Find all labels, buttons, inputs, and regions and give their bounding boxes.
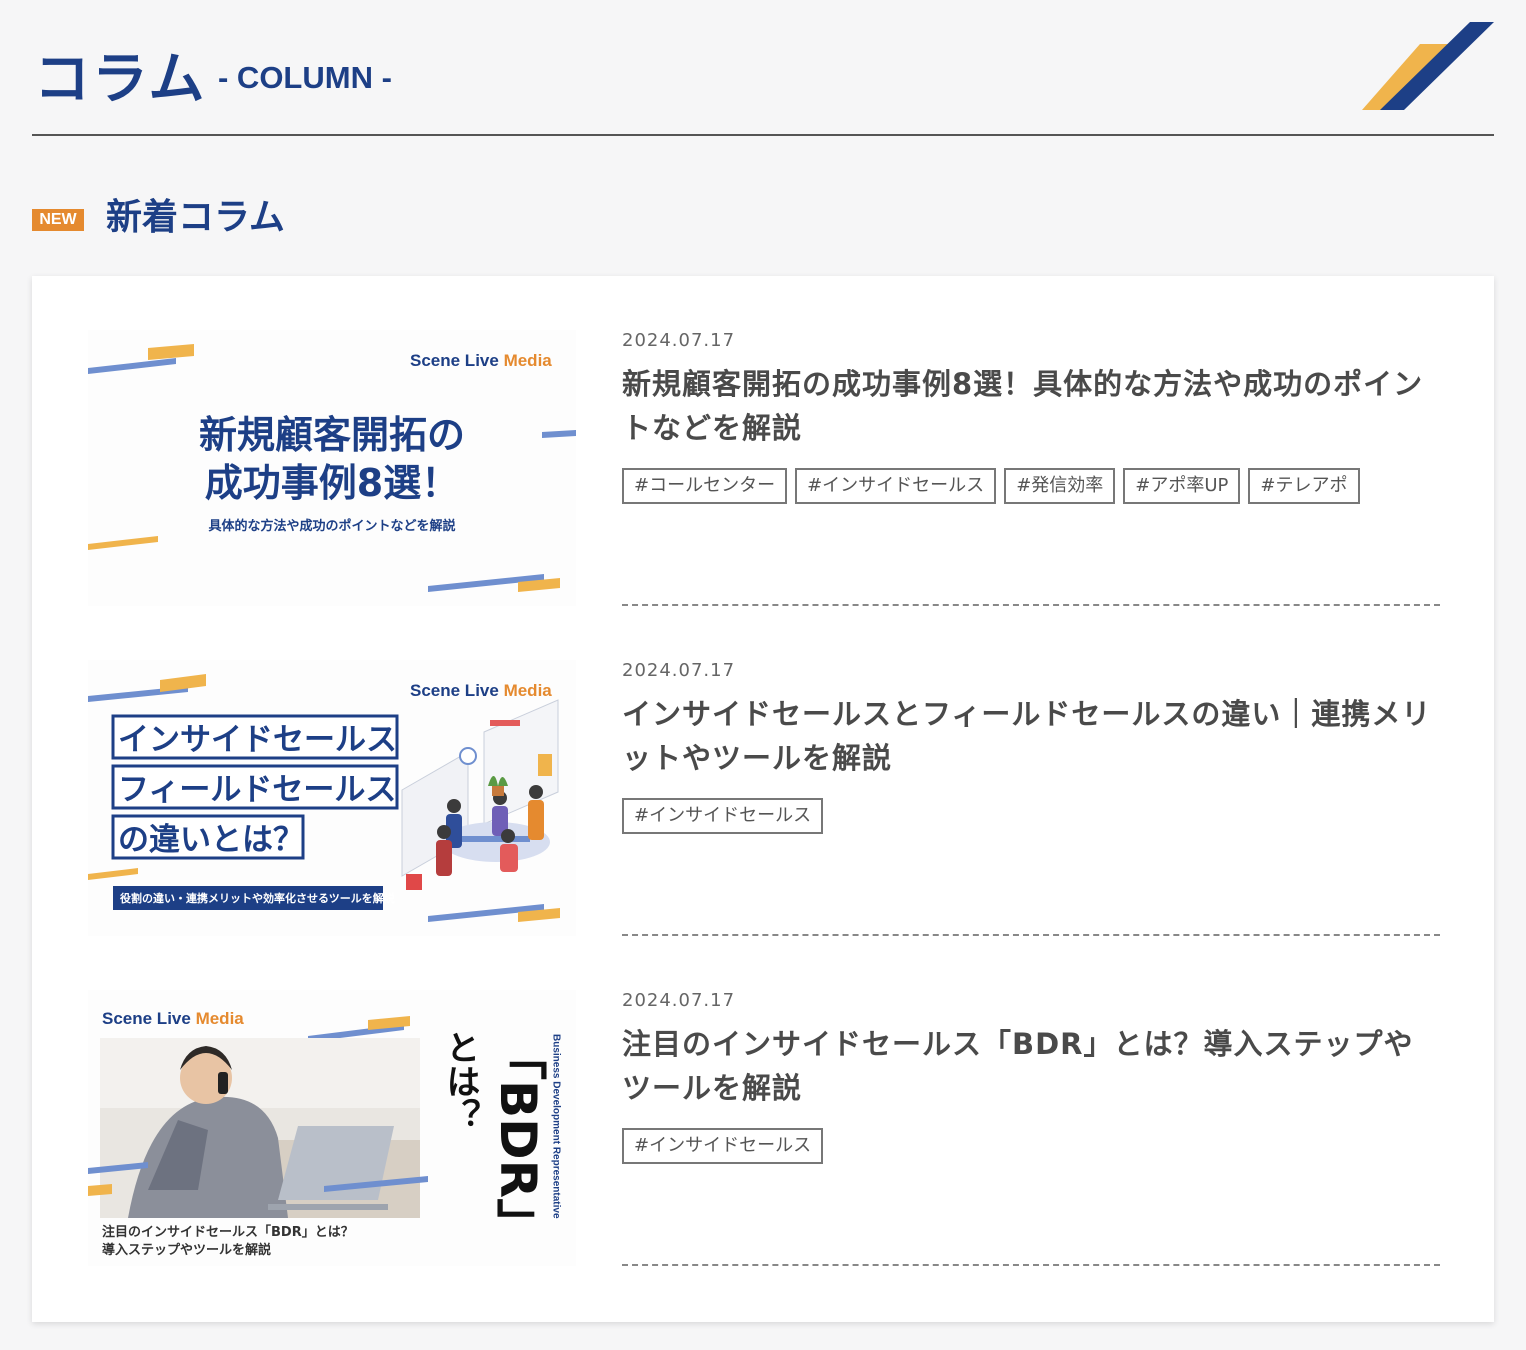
article-meta: 2024.07.17 新規顧客開拓の成功事例8選！具体的な方法や成功のポイントな…: [622, 330, 1440, 504]
thumbnail-graphic: Scene Live Media インサイドセールス フィールドセールス の違い…: [88, 660, 576, 936]
thumbnail-graphic: Scene Live Media 注目のインサイドセールス「BDR」とは？ 導入…: [88, 990, 576, 1266]
article-meta: 2024.07.17 インサイドセールスとフィールドセールスの違い｜連携メリット…: [622, 660, 1440, 834]
article-card[interactable]: Scene Live Media インサイドセールス フィールドセールス の違い…: [32, 606, 1494, 936]
article-title-link[interactable]: 新規顧客開拓の成功事例8選！具体的な方法や成功のポイントなどを解説: [622, 362, 1440, 450]
thumb-brand: Scene Live Media: [410, 681, 552, 700]
page-subtitle: - COLUMN -: [218, 60, 392, 95]
thumb-brand: Scene Live Media: [102, 1009, 244, 1028]
article-thumbnail[interactable]: Scene Live Media インサイドセールス フィールドセールス の違い…: [88, 660, 576, 936]
tag-link[interactable]: #インサイドセールス: [795, 468, 997, 504]
article-meta: 2024.07.17 注目のインサイドセールス「BDR」とは？導入ステップやツー…: [622, 990, 1440, 1164]
thumb-box-2: フィールドセールス: [118, 772, 396, 808]
tag-list: #インサイドセールス: [622, 798, 1440, 834]
section-title: 新着コラム: [106, 197, 285, 238]
article-thumbnail[interactable]: Scene Live Media 注目のインサイドセールス「BDR」とは？ 導入…: [88, 990, 576, 1266]
article-title-link[interactable]: インサイドセールスとフィールドセールスの違い｜連携メリットやツールを解説: [622, 692, 1440, 780]
businessman-photo-icon: [100, 1038, 420, 1218]
tag-list: #インサイドセールス: [622, 1128, 1440, 1164]
article-card[interactable]: Scene Live Media 新規顧客開拓の 成功事例8選！ 具体的な方法や…: [32, 276, 1494, 606]
thumb-vertical-small: とは？: [440, 1030, 480, 1132]
article-card[interactable]: Scene Live Media 注目のインサイドセールス「BDR」とは？ 導入…: [32, 936, 1494, 1266]
thumb-box-3: の違いとは？: [118, 822, 304, 858]
thumb-caption: 具体的な方法や成功のポイントなどを解説: [208, 518, 455, 534]
tag-link[interactable]: #コールセンター: [622, 468, 788, 504]
tag-link[interactable]: #インサイドセールス: [622, 798, 824, 834]
article-date: 2024.07.17: [622, 330, 736, 351]
tag-link[interactable]: #テレアポ: [1248, 468, 1360, 504]
tag-link[interactable]: #インサイドセールス: [622, 1128, 824, 1164]
thumb-box-1: インサイドセールス: [118, 722, 397, 758]
thumb-caption-2: 導入ステップやツールを解説: [102, 1242, 271, 1258]
page-title: コラム: [34, 47, 207, 112]
thumb-vertical-en: Business Development Representative: [551, 1034, 562, 1219]
tag-link[interactable]: #アポ率UP: [1123, 468, 1241, 504]
article-thumbnail[interactable]: Scene Live Media 新規顧客開拓の 成功事例8選！ 具体的な方法や…: [88, 330, 576, 606]
tag-link[interactable]: #発信効率: [1004, 468, 1116, 504]
page-header: コラム - COLUMN -: [32, 0, 1494, 136]
column-list: Scene Live Media 新規顧客開拓の 成功事例8選！ 具体的な方法や…: [32, 276, 1494, 1322]
stripe-decoration-icon: [1362, 22, 1494, 110]
thumb-caption-1: 注目のインサイドセールス「BDR」とは？: [102, 1224, 354, 1240]
tag-list: #コールセンター #インサイドセールス #発信効率 #アポ率UP #テレアポ: [622, 468, 1440, 504]
article-title-link[interactable]: 注目のインサイドセールス「BDR」とは？導入ステップやツールを解説: [622, 1022, 1440, 1110]
article-date: 2024.07.17: [622, 660, 736, 681]
thumbnail-graphic: Scene Live Media 新規顧客開拓の 成功事例8選！ 具体的な方法や…: [88, 330, 576, 606]
new-badge: NEW: [32, 209, 84, 231]
thumb-brand: Scene Live Media: [410, 351, 552, 370]
article-date: 2024.07.17: [622, 990, 736, 1011]
article-divider: [622, 1264, 1440, 1266]
thumb-vertical-big: 「BDR」: [489, 1030, 547, 1248]
thumb-caption: 役割の違い・連携メリットや効率化させるツールを解説: [119, 891, 395, 905]
thumb-headline-1: 新規顧客開拓の: [199, 413, 465, 457]
thumb-headline-2: 成功事例8選！: [205, 461, 459, 505]
